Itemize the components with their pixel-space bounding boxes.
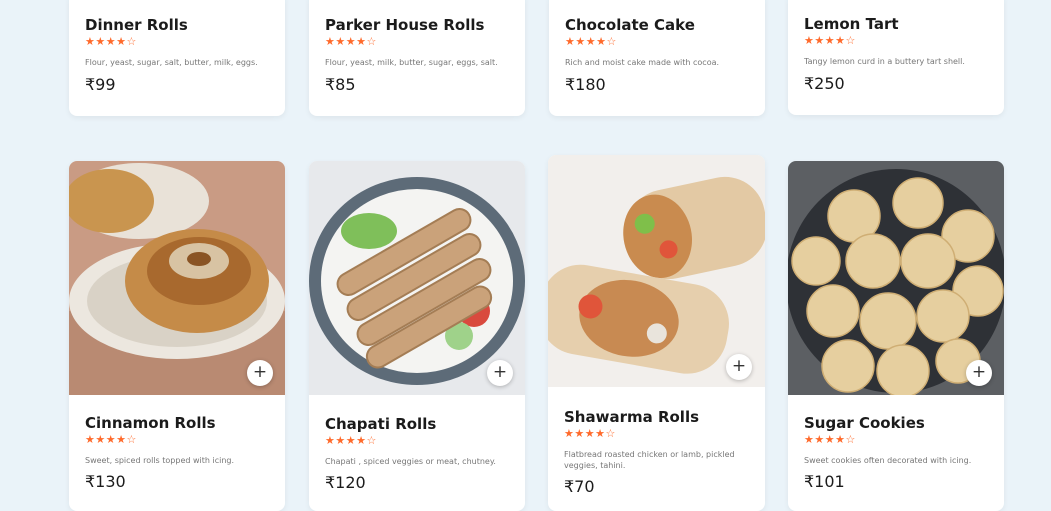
add-to-cart-button[interactable]: + [966, 360, 992, 386]
add-to-cart-button[interactable]: + [247, 360, 273, 386]
add-to-cart-button[interactable]: + [487, 360, 513, 386]
food-description: Sweet, spiced rolls topped with icing. [85, 456, 235, 465]
food-description: Flour, yeast, milk, butter, sugar, eggs,… [325, 58, 498, 67]
rating-stars-icon: ★★★★☆ [565, 35, 617, 48]
food-card-dinner-rolls[interactable]: Dinner Rolls ★★★★☆ Flour, yeast, sugar, … [69, 0, 285, 116]
food-card-cinnamon-rolls[interactable]: + Cinnamon Rolls ★★★★☆ Sweet, spiced rol… [69, 161, 285, 511]
food-card-chocolate-cake[interactable]: Chocolate Cake ★★★★☆ Rich and moist cake… [549, 0, 765, 116]
food-description: Tangy lemon curd in a buttery tart shell… [804, 57, 965, 66]
food-card-lemon-tart[interactable]: Lemon Tart ★★★★☆ Tangy lemon curd in a b… [788, 0, 1004, 115]
food-price: ₹101 [804, 472, 845, 491]
food-card-sugar-cookies[interactable]: + Sugar Cookies ★★★★☆ Sweet cookies ofte… [788, 161, 1004, 511]
food-name: Shawarma Rolls [564, 408, 700, 426]
rating-stars-icon: ★★★★☆ [85, 433, 137, 446]
food-price: ₹180 [565, 75, 606, 94]
rating-stars-icon: ★★★★☆ [804, 34, 856, 47]
chapati-rolls-image [309, 161, 525, 395]
food-price: ₹85 [325, 75, 356, 94]
food-name: Cinnamon Rolls [85, 414, 216, 432]
food-price: ₹99 [85, 75, 116, 94]
food-name: Sugar Cookies [804, 414, 925, 432]
food-name: Dinner Rolls [85, 16, 188, 34]
cinnamon-rolls-image [69, 161, 285, 395]
food-price: ₹120 [325, 473, 366, 492]
rating-stars-icon: ★★★★☆ [564, 427, 616, 440]
food-card-shawarma-rolls[interactable]: + Shawarma Rolls ★★★★☆ Flatbread roasted… [548, 155, 765, 511]
food-price: ₹130 [85, 472, 126, 491]
food-name: Chapati Rolls [325, 415, 437, 433]
food-name: Lemon Tart [804, 15, 899, 33]
sugar-cookies-image [788, 161, 1004, 395]
food-description: Sweet cookies often decorated with icing… [804, 456, 972, 465]
food-price: ₹250 [804, 74, 845, 93]
food-name: Parker House Rolls [325, 16, 485, 34]
rating-stars-icon: ★★★★☆ [325, 35, 377, 48]
food-price: ₹70 [564, 477, 595, 496]
rating-stars-icon: ★★★★☆ [85, 35, 137, 48]
add-to-cart-button[interactable]: + [726, 354, 752, 380]
food-card-parker-house-rolls[interactable]: Parker House Rolls ★★★★☆ Flour, yeast, m… [309, 0, 525, 116]
rating-stars-icon: ★★★★☆ [804, 433, 856, 446]
food-description: Flour, yeast, sugar, salt, butter, milk,… [85, 58, 258, 67]
food-description: Chapati , spiced veggies or meat, chutne… [325, 457, 496, 466]
food-description: Flatbread roasted chicken or lamb, pickl… [564, 450, 735, 470]
food-description: Rich and moist cake made with cocoa. [565, 58, 720, 67]
shawarma-rolls-image [548, 155, 765, 387]
food-card-chapati-rolls[interactable]: + Chapati Rolls ★★★★☆ Chapati , spiced v… [309, 161, 525, 511]
food-name: Chocolate Cake [565, 16, 695, 34]
rating-stars-icon: ★★★★☆ [325, 434, 377, 447]
